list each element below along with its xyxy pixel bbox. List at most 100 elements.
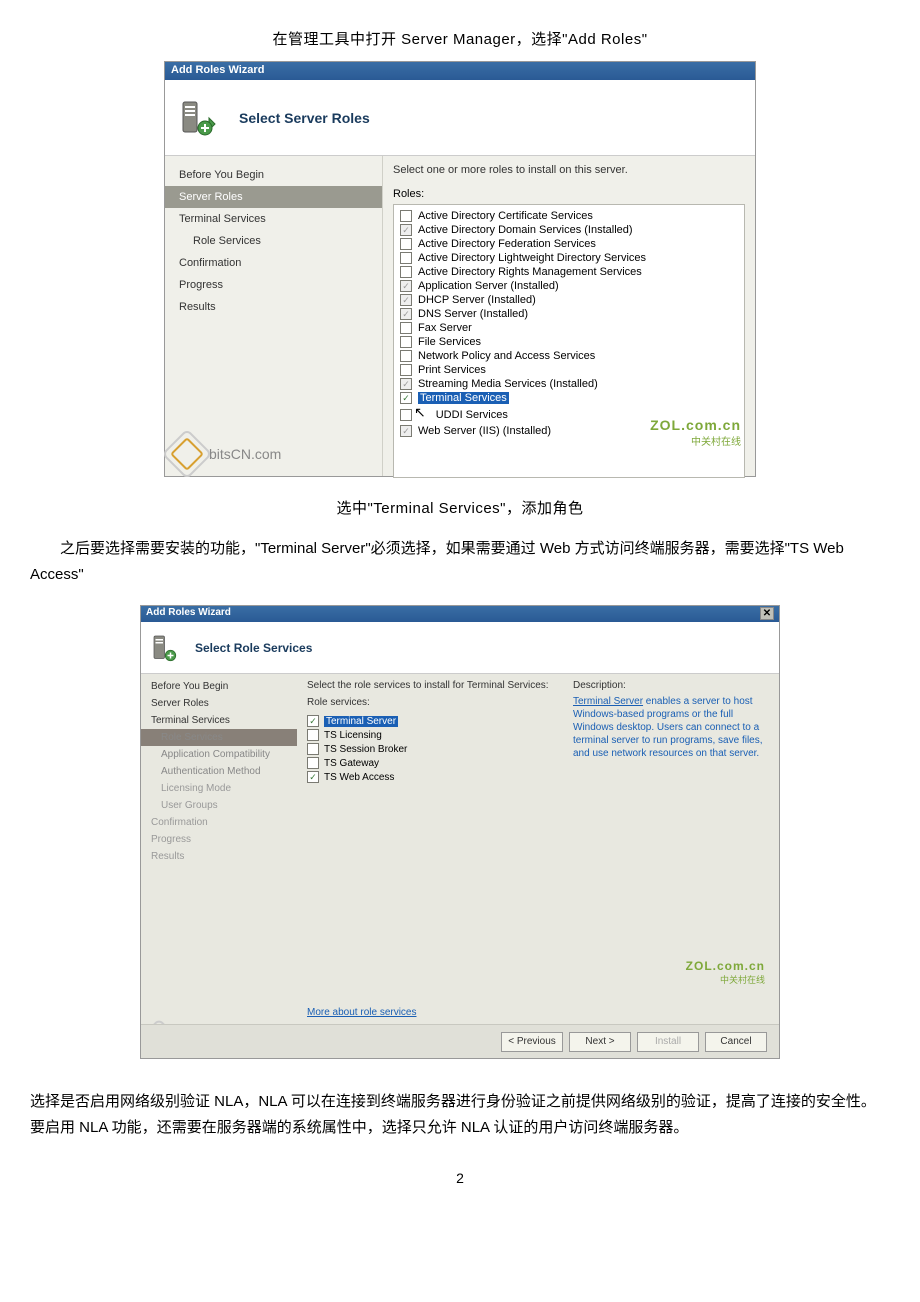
checkbox-icon[interactable]	[400, 409, 412, 421]
panel-description: Select one or more roles to install on t…	[393, 164, 745, 176]
checkbox-icon[interactable]	[400, 350, 412, 362]
checkbox-icon	[400, 294, 412, 306]
wizard-main-panel: Select the role services to install for …	[297, 674, 779, 1024]
wizard-header: Select Role Services	[141, 622, 779, 674]
role-dns[interactable]: DNS Server (Installed)	[400, 307, 738, 321]
sidebar-item-user-groups[interactable]: User Groups	[141, 797, 297, 814]
terminal-server-link[interactable]: Terminal Server	[573, 696, 643, 707]
service-terminal-server[interactable]: Terminal Server	[307, 714, 553, 728]
role-ad-domain[interactable]: Active Directory Domain Services (Instal…	[400, 223, 738, 237]
checkbox-icon[interactable]	[400, 364, 412, 376]
bitscn-watermark: bitsCN.com	[169, 436, 281, 472]
sidebar-item-confirmation[interactable]: Confirmation	[165, 252, 382, 274]
sidebar-item-server-roles[interactable]: Server Roles	[165, 186, 382, 208]
close-icon[interactable]: ✕	[760, 607, 774, 620]
role-dhcp[interactable]: DHCP Server (Installed)	[400, 293, 738, 307]
paragraph-nla: 选择是否启用网络级别验证 NLA，NLA 可以在连接到终端服务器进行身份验证之前…	[30, 1089, 890, 1140]
window-title-text: Add Roles Wizard	[146, 607, 231, 621]
checkbox-icon	[400, 224, 412, 236]
sidebar-item-app-compat[interactable]: Application Compatibility	[141, 746, 297, 763]
role-ad-certificate[interactable]: Active Directory Certificate Services	[400, 209, 738, 223]
next-button[interactable]: Next >	[569, 1032, 631, 1052]
zol-watermark: ZOL.com.cn 中关村在线	[650, 417, 741, 448]
wizard-sidebar: Before You Begin Server Roles Terminal S…	[165, 156, 383, 476]
window-titlebar: Add Roles Wizard	[165, 62, 755, 80]
sidebar-item-before-you-begin[interactable]: Before You Begin	[165, 164, 382, 186]
checkbox-icon[interactable]	[400, 336, 412, 348]
services-label: Role services:	[307, 697, 553, 708]
sidebar-item-role-services[interactable]: Role Services	[141, 729, 297, 746]
zol-logo-sub: 中关村在线	[650, 433, 741, 448]
wizard-main-panel: Select one or more roles to install on t…	[383, 156, 755, 476]
sidebar-item-terminal-services[interactable]: Terminal Services	[141, 712, 297, 729]
wizard-button-row: < Previous Next > Install Cancel	[141, 1024, 779, 1058]
checkbox-icon[interactable]	[307, 715, 319, 727]
role-network-policy[interactable]: Network Policy and Access Services	[400, 349, 738, 363]
service-ts-session-broker[interactable]: TS Session Broker	[307, 742, 553, 756]
sidebar-item-progress[interactable]: Progress	[165, 274, 382, 296]
sidebar-item-results[interactable]: Results	[141, 848, 297, 865]
role-file[interactable]: File Services	[400, 335, 738, 349]
role-ad-rms[interactable]: Active Directory Rights Management Servi…	[400, 265, 738, 279]
role-app-server[interactable]: Application Server (Installed)	[400, 279, 738, 293]
checkbox-icon	[400, 425, 412, 437]
sidebar-item-confirmation[interactable]: Confirmation	[141, 814, 297, 831]
panel-description: Select the role services to install for …	[307, 680, 553, 691]
service-ts-web-access[interactable]: TS Web Access	[307, 770, 553, 784]
page-number: 2	[30, 1170, 890, 1186]
checkbox-icon[interactable]	[400, 210, 412, 222]
screenshot-select-role-services: Add Roles Wizard ✕ Select Role Services …	[140, 605, 780, 1059]
wizard-header-title: Select Role Services	[195, 641, 312, 655]
checkbox-icon[interactable]	[307, 729, 319, 741]
service-ts-gateway[interactable]: TS Gateway	[307, 756, 553, 770]
bitscn-label: bitsCN.com	[209, 446, 281, 462]
checkbox-icon	[400, 378, 412, 390]
checkbox-icon[interactable]	[400, 252, 412, 264]
server-role-icon	[179, 98, 219, 138]
bitscn-icon	[162, 429, 213, 480]
checkbox-icon[interactable]	[400, 266, 412, 278]
checkbox-icon	[400, 280, 412, 292]
description-title: Description:	[573, 680, 769, 691]
roles-label: Roles:	[393, 188, 745, 200]
checkbox-icon[interactable]	[307, 757, 319, 769]
role-ad-federation[interactable]: Active Directory Federation Services	[400, 237, 738, 251]
caption-open-server-manager: 在管理工具中打开 Server Manager，选择"Add Roles"	[30, 28, 890, 49]
sidebar-item-terminal-services[interactable]: Terminal Services	[165, 208, 382, 230]
wizard-header: Select Server Roles	[165, 80, 755, 156]
checkbox-icon	[400, 308, 412, 320]
checkbox-icon[interactable]	[400, 392, 412, 404]
wizard-sidebar: Before You Begin Server Roles Terminal S…	[141, 674, 297, 1024]
role-fax[interactable]: Fax Server	[400, 321, 738, 335]
sidebar-item-role-services[interactable]: Role Services	[165, 230, 382, 252]
window-titlebar: Add Roles Wizard ✕	[141, 606, 779, 622]
sidebar-item-licensing[interactable]: Licensing Mode	[141, 780, 297, 797]
checkbox-icon[interactable]	[400, 238, 412, 250]
sidebar-item-auth-method[interactable]: Authentication Method	[141, 763, 297, 780]
zol-logo-text: ZOL.com.cn	[686, 959, 765, 973]
cancel-button[interactable]: Cancel	[705, 1032, 767, 1052]
role-ad-lds[interactable]: Active Directory Lightweight Directory S…	[400, 251, 738, 265]
role-streaming[interactable]: Streaming Media Services (Installed)	[400, 377, 738, 391]
description-text: Terminal Server enables a server to host…	[573, 695, 769, 760]
previous-button[interactable]: < Previous	[501, 1032, 563, 1052]
screenshot-select-server-roles: Add Roles Wizard Select Server Roles Bef…	[164, 61, 756, 477]
checkbox-icon[interactable]	[307, 771, 319, 783]
zol-logo-text: ZOL.com.cn	[650, 417, 741, 433]
sidebar-item-results[interactable]: Results	[165, 296, 382, 318]
zol-watermark: ZOL.com.cn 中关村在线	[686, 959, 765, 986]
zol-logo-sub: 中关村在线	[686, 973, 765, 986]
more-role-services-link[interactable]: More about role services	[307, 1007, 417, 1018]
sidebar-item-server-roles[interactable]: Server Roles	[141, 695, 297, 712]
role-terminal-services[interactable]: Terminal Services	[400, 391, 738, 405]
paragraph-select-features: 之后要选择需要安装的功能，"Terminal Server"必须选择，如果需要通…	[30, 536, 890, 587]
cursor-icon: ↖	[414, 404, 426, 421]
sidebar-item-before-you-begin[interactable]: Before You Begin	[141, 678, 297, 695]
service-ts-licensing[interactable]: TS Licensing	[307, 728, 553, 742]
install-button[interactable]: Install	[637, 1032, 699, 1052]
sidebar-item-progress[interactable]: Progress	[141, 831, 297, 848]
server-role-icon	[151, 633, 181, 663]
role-print[interactable]: Print Services	[400, 363, 738, 377]
checkbox-icon[interactable]	[400, 322, 412, 334]
checkbox-icon[interactable]	[307, 743, 319, 755]
